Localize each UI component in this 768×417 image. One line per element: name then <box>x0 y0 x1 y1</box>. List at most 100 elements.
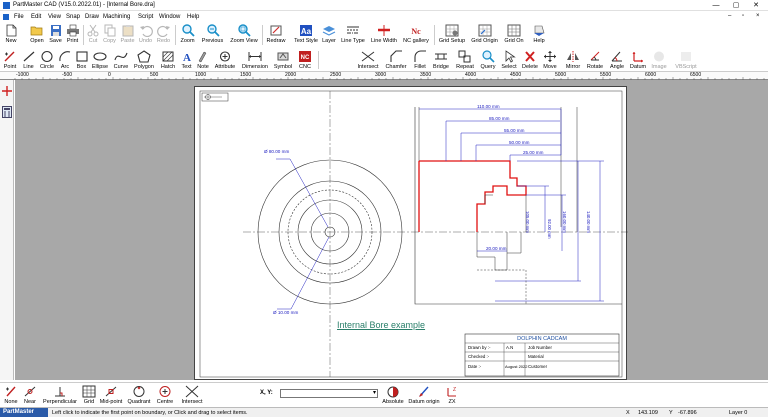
zoom-view-button[interactable]: Zoom View <box>228 22 260 48</box>
curve-tool[interactable]: Curve <box>112 48 130 71</box>
select-tool[interactable]: Select <box>500 48 518 71</box>
calculator-icon[interactable] <box>2 106 12 118</box>
new-button[interactable]: New <box>2 22 20 48</box>
save-button[interactable]: Save <box>47 22 64 48</box>
rotate-tool[interactable]: Rotate <box>585 48 605 71</box>
ellipse-tool[interactable]: Ellipse <box>90 48 110 71</box>
absolute-button[interactable]: Absolute <box>378 383 408 406</box>
help-button[interactable]: Help <box>530 22 548 48</box>
polygon-tool[interactable]: Polygon <box>132 48 156 71</box>
menu-draw[interactable]: Draw <box>85 14 99 20</box>
snap-near[interactable]: Near <box>22 383 38 406</box>
symbol-tool[interactable]: Symbol <box>272 48 294 71</box>
box-tool[interactable]: Box <box>74 48 89 71</box>
datum-icon <box>632 52 643 63</box>
attribute-tool[interactable]: Attribute <box>212 48 238 71</box>
chamfer-tool[interactable]: Chamfer <box>383 48 409 71</box>
mdi-close-button[interactable]: × <box>756 13 760 19</box>
mdi-minimize-button[interactable]: – <box>728 13 731 19</box>
folder-icon <box>30 26 43 36</box>
open-button[interactable]: Open <box>28 22 46 48</box>
menu-snap[interactable]: Snap <box>66 14 80 20</box>
snap-mid-point[interactable]: Mid-point <box>98 383 124 406</box>
help-icon <box>534 25 545 36</box>
text-tool[interactable]: A Text <box>179 48 194 71</box>
menu-edit[interactable]: Edit <box>31 14 41 20</box>
cnc-tool[interactable]: NC CNC <box>296 48 314 71</box>
point-icon <box>4 51 15 62</box>
dimension-tool[interactable]: Dimension <box>240 48 270 71</box>
datum-origin-button[interactable]: Datum origin <box>408 383 440 406</box>
zoom-button[interactable]: Zoom <box>178 22 197 48</box>
dimension-icon <box>248 52 262 61</box>
circle-tool[interactable]: Circle <box>38 48 56 71</box>
datum-origin-icon <box>419 386 429 397</box>
grid-setup-button[interactable]: Grid Setup <box>437 22 467 48</box>
note-tool[interactable]: Note <box>195 48 211 71</box>
cut-button[interactable]: Cut <box>86 22 100 48</box>
chamfer-icon <box>390 50 402 62</box>
vbscript-tool[interactable]: VBScript <box>674 48 698 71</box>
coordinates-input[interactable] <box>280 389 378 398</box>
mdi-restore-button[interactable]: ▫ <box>742 13 744 19</box>
fillet-tool[interactable]: Fillet <box>411 48 429 71</box>
snap-intersect[interactable]: Intersect <box>178 383 206 406</box>
document-icon[interactable] <box>3 14 9 20</box>
angle-tool[interactable]: Angle <box>607 48 627 71</box>
minimize-button[interactable]: — <box>708 0 724 11</box>
redo-button[interactable]: Redo <box>155 22 172 48</box>
menu-script[interactable]: Script <box>138 14 153 20</box>
layer-button[interactable]: Layer <box>320 22 338 48</box>
redraw-button[interactable]: Redraw <box>265 22 287 48</box>
ruler-label: 2000 <box>285 72 297 78</box>
snap-none[interactable]: None <box>3 383 19 406</box>
hatch-tool[interactable]: Hatch <box>158 48 178 71</box>
close-button[interactable]: ✕ <box>748 0 764 11</box>
snap-perpendicular[interactable]: Perpendicular <box>40 383 80 406</box>
text-style-button[interactable]: Aa Text Style <box>293 22 319 48</box>
previous-zoom-button[interactable]: Previous <box>199 22 226 48</box>
line-tool[interactable]: Line <box>21 48 36 71</box>
menu-help[interactable]: Help <box>187 14 199 20</box>
grid-origin-icon <box>478 24 491 37</box>
snap-centre[interactable]: Centre <box>155 383 175 406</box>
menu-machining[interactable]: Machining <box>103 14 130 20</box>
drawing-sheet[interactable]: Ø 80.00 mm Ø 10.00 mm 110.00 mm 85.00 mm… <box>194 86 628 380</box>
query-tool[interactable]: Query <box>478 48 498 71</box>
copy-button[interactable]: Copy <box>101 22 118 48</box>
snap-grid[interactable]: Grid <box>81 383 97 406</box>
zx-button[interactable]: Z ZX <box>443 383 461 406</box>
delete-tool[interactable]: Delete <box>520 48 540 71</box>
repeat-icon <box>458 50 471 63</box>
grid-origin-button[interactable]: Grid Origin <box>469 22 500 48</box>
floppy-icon <box>50 25 61 36</box>
nc-gallery-icon: Nc <box>411 27 421 36</box>
intersect-tool[interactable]: Intersect <box>355 48 381 71</box>
line-width-button[interactable]: Line Width <box>369 22 399 48</box>
menu-window[interactable]: Window <box>159 14 180 20</box>
snap-quadrant[interactable]: Quadrant <box>125 383 153 406</box>
grid-on-button[interactable]: Grid On <box>502 22 526 48</box>
maximize-button[interactable]: ▢ <box>728 0 744 11</box>
menu-view[interactable]: View <box>48 14 61 20</box>
crosshair-icon[interactable] <box>2 86 12 96</box>
move-tool[interactable]: Move <box>541 48 559 71</box>
line-type-button[interactable]: Line Type <box>339 22 367 48</box>
drawing-workspace[interactable]: Ø 80.00 mm Ø 10.00 mm 110.00 mm 85.00 mm… <box>15 80 768 380</box>
point-tool[interactable]: Point <box>2 48 18 71</box>
repeat-tool[interactable]: Repeat <box>454 48 476 71</box>
print-button[interactable]: Print <box>64 22 81 48</box>
titleblock-jobno-label: Job Number <box>528 345 552 350</box>
bridge-tool[interactable]: Bridge <box>430 48 452 71</box>
status-bar: PartMaster Left click to indicate the fi… <box>0 407 768 417</box>
bridge-icon <box>435 53 447 60</box>
ruler-label: 4000 <box>465 72 477 78</box>
undo-button[interactable]: Undo <box>137 22 154 48</box>
menu-file[interactable]: File <box>14 14 24 20</box>
image-tool[interactable]: Image <box>649 48 669 71</box>
arc-tool[interactable]: Arc <box>58 48 72 71</box>
datum-tool[interactable]: Datum <box>628 48 648 71</box>
nc-gallery-button[interactable]: Nc NC gallery <box>402 22 430 48</box>
mirror-tool[interactable]: Mirror <box>563 48 583 71</box>
paste-button[interactable]: Paste <box>119 22 136 48</box>
